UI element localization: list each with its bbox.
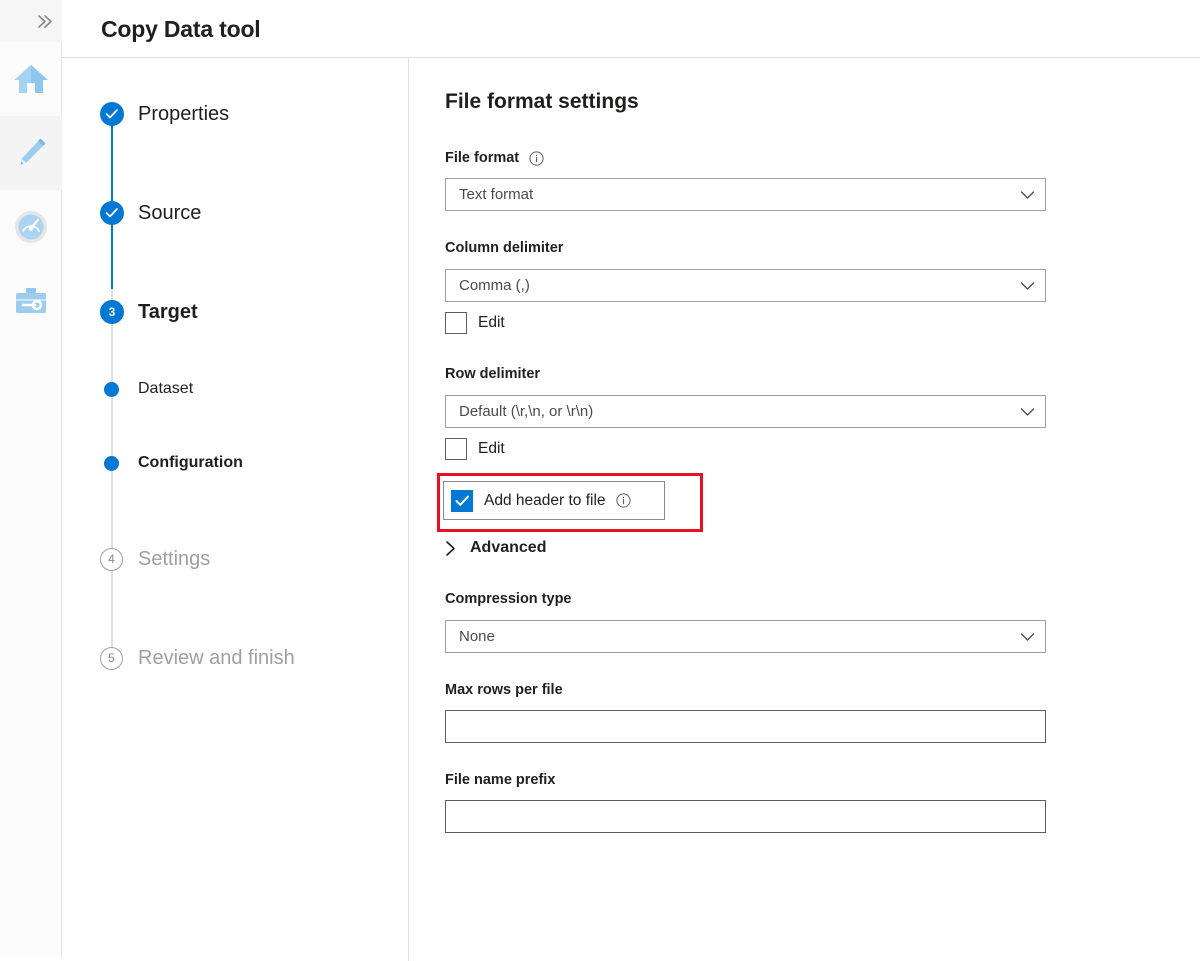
section-title: File format settings <box>445 90 639 113</box>
rail-expand-button[interactable] <box>0 0 62 42</box>
step-properties-label: Properties <box>138 102 230 125</box>
check-icon <box>100 201 124 225</box>
chevron-down-icon <box>1020 281 1035 291</box>
step-properties-marker <box>100 102 124 126</box>
home-icon <box>12 62 50 96</box>
max-rows-per-file-label: Max rows per file <box>445 682 563 698</box>
chevron-down-icon <box>1020 407 1035 417</box>
row-delimiter-value: Default (\r,\n, or \r\n) <box>459 403 594 420</box>
step-dataset-label: Dataset <box>138 380 194 397</box>
step-settings-marker: 4 <box>100 547 123 571</box>
toolbox-icon <box>13 286 49 316</box>
advanced-label: Advanced <box>470 539 547 556</box>
wizard-step-nav: Properties Source 3 Target Dataset Confi… <box>62 58 409 961</box>
step-target-marker: 3 <box>100 300 124 324</box>
compression-type-dropdown[interactable]: None <box>445 620 1046 653</box>
step-settings-label: Settings <box>138 547 211 570</box>
rail-item-home[interactable] <box>0 42 62 116</box>
step-connector-inactive <box>111 289 113 661</box>
max-rows-per-file-input[interactable] <box>445 710 1046 743</box>
column-delimiter-dropdown[interactable]: Comma (,) <box>445 269 1046 302</box>
step-configuration-marker <box>104 455 119 471</box>
info-circle-icon[interactable] <box>615 493 631 508</box>
compression-type-label: Compression type <box>445 591 572 607</box>
step-dataset-marker <box>104 381 119 397</box>
pencil-icon <box>12 134 50 172</box>
double-chevron-right-icon <box>37 14 54 29</box>
column-delimiter-edit-label: Edit <box>478 314 505 331</box>
step-configuration-label: Configuration <box>138 454 243 471</box>
step-review-label: Review and finish <box>138 646 295 669</box>
column-delimiter-label: Column delimiter <box>445 240 564 256</box>
column-delimiter-value: Comma (,) <box>459 277 530 294</box>
checkbox-unchecked-icon <box>445 312 467 334</box>
dot-icon <box>104 455 119 471</box>
info-circle-icon[interactable] <box>529 150 544 166</box>
chevron-right-icon <box>445 540 456 557</box>
step-source-label: Source <box>138 201 202 224</box>
file-name-prefix-label: File name prefix <box>445 772 556 788</box>
app-header: Copy Data tool <box>62 0 1200 58</box>
add-header-to-file-checkbox[interactable]: Add header to file <box>443 481 665 520</box>
rail-item-manage[interactable] <box>0 264 62 338</box>
left-nav-rail <box>0 0 62 956</box>
copy-data-tool-window: Copy Data tool Properties Source 3 Targe… <box>0 0 1200 961</box>
rail-item-monitor[interactable] <box>0 190 62 264</box>
advanced-expander[interactable]: Advanced <box>445 539 546 557</box>
step-review-marker: 5 <box>100 646 123 670</box>
row-delimiter-edit-label: Edit <box>478 440 505 457</box>
file-name-prefix-input[interactable] <box>445 800 1046 833</box>
page-title: Copy Data tool <box>101 16 261 42</box>
column-delimiter-edit-checkbox[interactable]: Edit <box>445 312 505 334</box>
row-delimiter-dropdown[interactable]: Default (\r,\n, or \r\n) <box>445 395 1046 428</box>
file-format-dropdown[interactable]: Text format <box>445 178 1046 211</box>
monitor-gauge-icon <box>13 209 49 245</box>
row-delimiter-edit-checkbox[interactable]: Edit <box>445 438 505 460</box>
checkbox-checked-icon <box>451 489 473 512</box>
row-delimiter-label: Row delimiter <box>445 366 541 382</box>
file-format-value: Text format <box>459 186 534 203</box>
checkbox-unchecked-icon <box>445 438 467 460</box>
step-target-label: Target <box>138 300 198 323</box>
step-number-badge: 5 <box>100 646 123 670</box>
dot-icon <box>104 381 119 397</box>
add-header-to-file-label: Add header to file <box>484 491 606 509</box>
step-number-badge: 4 <box>100 547 123 571</box>
file-format-label: File format <box>445 150 544 166</box>
chevron-down-icon <box>1020 190 1035 200</box>
chevron-down-icon <box>1020 632 1035 642</box>
step-number-badge: 3 <box>100 300 124 324</box>
rail-item-author[interactable] <box>0 116 62 190</box>
compression-type-value: None <box>459 628 495 645</box>
check-icon <box>100 102 124 126</box>
step-source-marker <box>100 201 124 225</box>
